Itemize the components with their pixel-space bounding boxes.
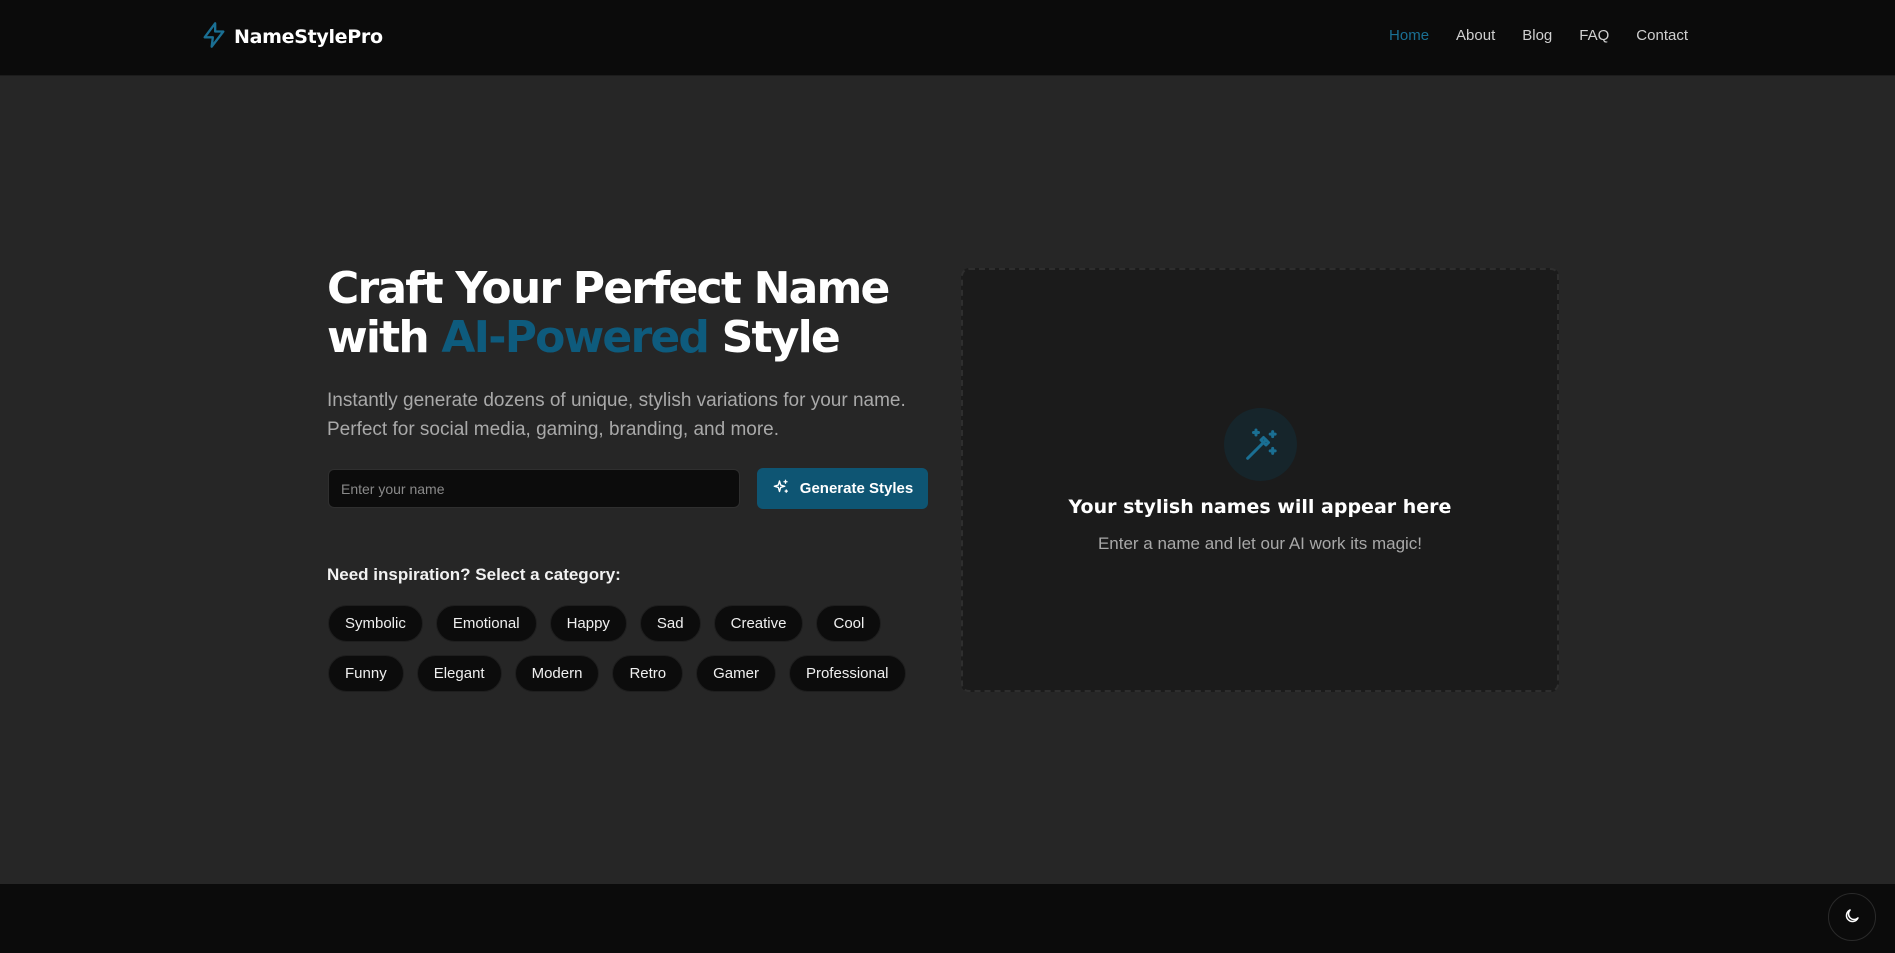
brand-name: NameStylePro bbox=[234, 26, 383, 48]
nav-blog[interactable]: Blog bbox=[1522, 24, 1552, 48]
hero-subtitle: Instantly generate dozens of unique, sty… bbox=[327, 386, 947, 444]
results-placeholder-panel: Your stylish names will appear here Ente… bbox=[961, 268, 1559, 692]
generate-styles-button[interactable]: Generate Styles bbox=[757, 468, 928, 509]
category-chip-gamer[interactable]: Gamer bbox=[696, 655, 776, 692]
nav-contact[interactable]: Contact bbox=[1636, 24, 1688, 48]
hero-title: Craft Your Perfect Name with AI-Powered … bbox=[327, 264, 927, 362]
page: NameStylePro Home About Blog FAQ Contact… bbox=[0, 0, 1895, 953]
hero-subtitle-line1: Instantly generate dozens of unique, sty… bbox=[327, 390, 906, 411]
nav-home[interactable]: Home bbox=[1389, 24, 1429, 48]
main-nav: Home About Blog FAQ Contact bbox=[1362, 24, 1688, 48]
category-chip-sad[interactable]: Sad bbox=[639, 605, 701, 642]
hero-title-with: with bbox=[327, 312, 442, 363]
hero-title-end: Style bbox=[708, 312, 841, 363]
site-header: NameStylePro Home About Blog FAQ Contact bbox=[0, 0, 1895, 76]
category-chip-retro[interactable]: Retro bbox=[612, 655, 684, 692]
results-placeholder-subtitle: Enter a name and let our AI work its mag… bbox=[1097, 534, 1423, 553]
category-chip-modern[interactable]: Modern bbox=[514, 655, 600, 692]
category-chip-funny[interactable]: Funny bbox=[328, 655, 404, 692]
brand-logo-link[interactable]: NameStylePro bbox=[200, 20, 383, 54]
lightning-bolt-icon bbox=[200, 21, 228, 54]
category-chip-professional[interactable]: Professional bbox=[788, 655, 906, 692]
results-placeholder-title: Your stylish names will appear here bbox=[1068, 496, 1452, 518]
generate-styles-label: Generate Styles bbox=[799, 480, 914, 497]
hero-title-accent: AI-Powered bbox=[441, 312, 710, 363]
moon-icon bbox=[1843, 907, 1861, 928]
category-chip-happy[interactable]: Happy bbox=[549, 605, 627, 642]
hero-title-line1: Craft Your Perfect Name bbox=[327, 263, 890, 314]
category-chip-symbolic[interactable]: Symbolic bbox=[328, 605, 423, 642]
category-chips-row-1: Symbolic Emotional Happy Sad Creative Co… bbox=[328, 605, 882, 642]
inspiration-label: Need inspiration? Select a category: bbox=[327, 565, 621, 584]
category-chip-cool[interactable]: Cool bbox=[816, 605, 882, 642]
theme-toggle-button[interactable] bbox=[1828, 893, 1876, 941]
nav-faq[interactable]: FAQ bbox=[1579, 24, 1609, 48]
magic-wand-icon bbox=[1224, 408, 1297, 481]
site-footer bbox=[0, 884, 1895, 953]
category-chips-row-2: Funny Elegant Modern Retro Gamer Profess… bbox=[328, 655, 906, 692]
hero-subtitle-line2: Perfect for social media, gaming, brandi… bbox=[327, 419, 780, 440]
category-chip-elegant[interactable]: Elegant bbox=[416, 655, 502, 692]
name-input[interactable] bbox=[328, 469, 740, 508]
category-chip-emotional[interactable]: Emotional bbox=[435, 605, 537, 642]
nav-about[interactable]: About bbox=[1456, 24, 1495, 48]
sparkles-icon bbox=[772, 478, 790, 500]
category-chip-creative[interactable]: Creative bbox=[713, 605, 804, 642]
